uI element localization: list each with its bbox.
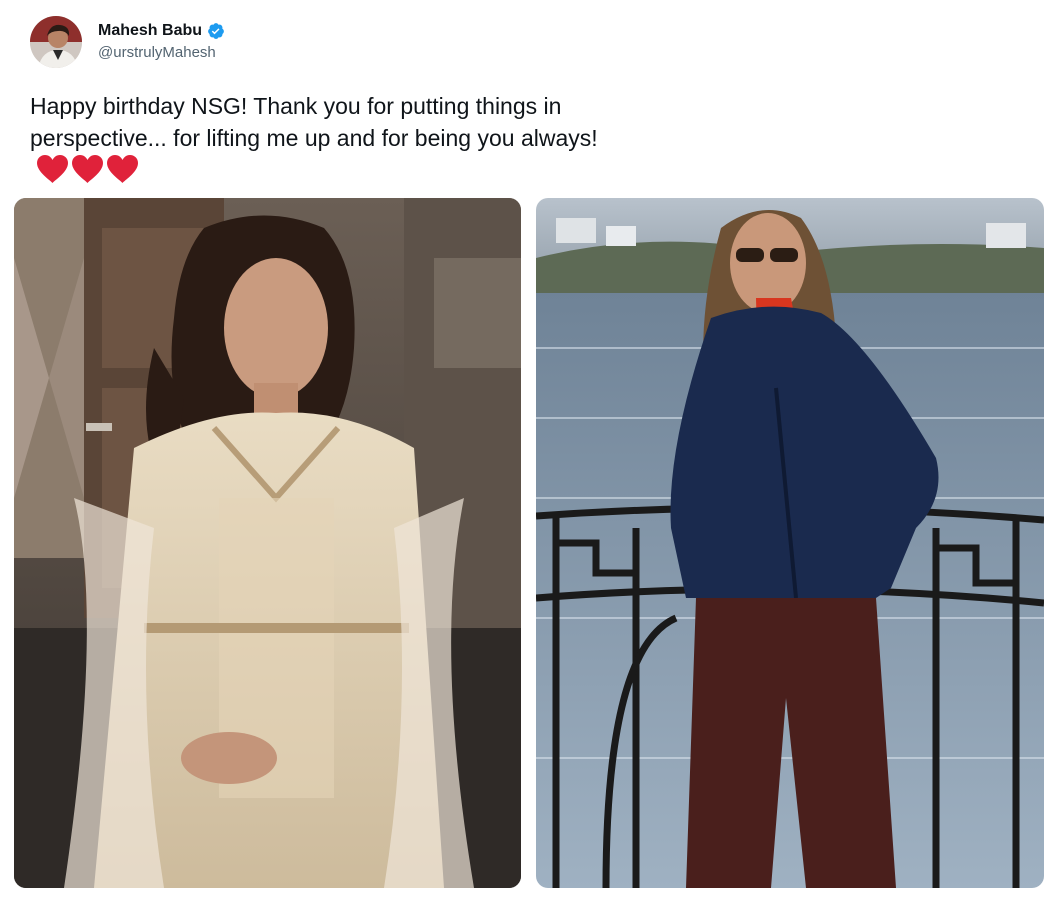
tweet-header: Mahesh Babu @urstrulyMahesh	[30, 16, 430, 72]
profile-photo-icon	[30, 16, 82, 68]
author-info: Mahesh Babu @urstrulyMahesh	[98, 22, 225, 61]
display-name[interactable]: Mahesh Babu	[98, 22, 202, 40]
red-heart-icon	[106, 154, 139, 184]
verified-badge-icon	[207, 22, 225, 40]
photo-woman-by-lake[interactable]	[536, 198, 1044, 888]
hearts-emoji-group	[36, 154, 139, 184]
tweet-body: Happy birthday NSG! Thank you for puttin…	[30, 93, 598, 151]
handle[interactable]: @urstrulyMahesh	[98, 44, 225, 61]
red-heart-icon	[71, 154, 104, 184]
red-heart-icon	[36, 154, 69, 184]
tweet-text: Happy birthday NSG! Thank you for puttin…	[30, 90, 670, 188]
photo-woman-in-ethnic-dress[interactable]	[14, 198, 521, 888]
avatar[interactable]	[30, 16, 82, 68]
